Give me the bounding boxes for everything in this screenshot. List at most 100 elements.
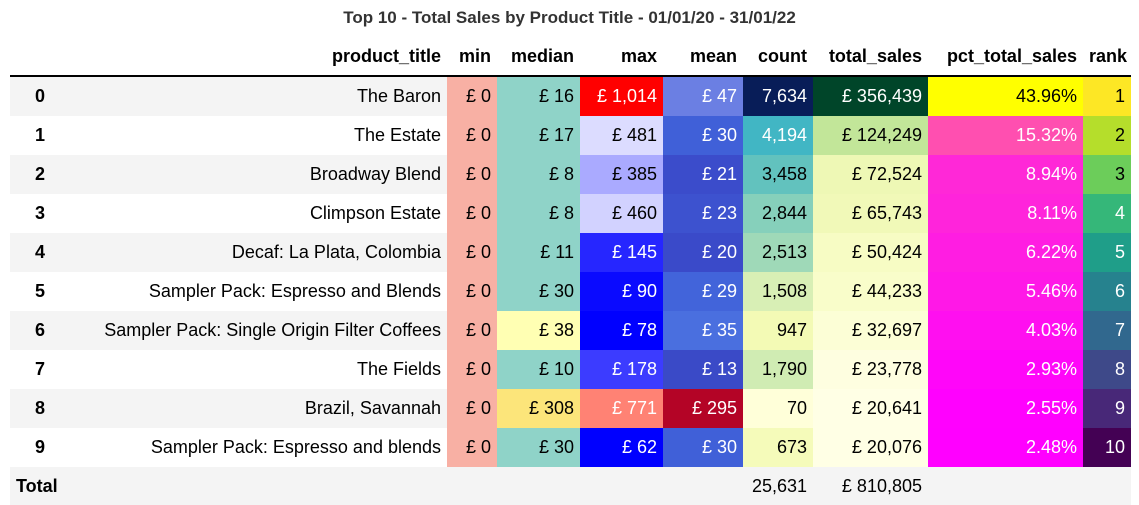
cell-min: £ 0 (447, 76, 497, 116)
cell-count: 3,458 (743, 155, 813, 194)
cell-rank: 7 (1083, 311, 1131, 350)
cell-total-sales: £ 23,778 (813, 350, 928, 389)
cell-count: 70 (743, 389, 813, 428)
cell-product-title: Sampler Pack: Espresso and Blends (70, 272, 447, 311)
cell-product-title: Sampler Pack: Single Origin Filter Coffe… (70, 311, 447, 350)
cell-product-title: Brazil, Savannah (70, 389, 447, 428)
table-row: 7 The Fields £ 0 £ 10 £ 178 £ 13 1,790 £ 23,778… (10, 350, 1131, 389)
column-header-total-sales: total_sales (813, 38, 928, 77)
total-count: 25,631 (743, 467, 813, 505)
cell-median: £ 17 (497, 116, 580, 155)
cell-total-sales: £ 44,233 (813, 272, 928, 311)
cell-total-sales: £ 20,076 (813, 428, 928, 467)
column-header-min: min (447, 38, 497, 77)
cell-count: 1,790 (743, 350, 813, 389)
cell-total-sales: £ 72,524 (813, 155, 928, 194)
cell-product-title: Climpson Estate (70, 194, 447, 233)
cell-median: £ 10 (497, 350, 580, 389)
column-header-count: count (743, 38, 813, 77)
cell-total-sales: £ 65,743 (813, 194, 928, 233)
total-empty-cell (663, 467, 743, 505)
table-row: 8 Brazil, Savannah £ 0 £ 308 £ 771 £ 295 70 £ 2… (10, 389, 1131, 428)
cell-rank: 10 (1083, 428, 1131, 467)
row-index: 0 (10, 76, 70, 116)
index-header (10, 38, 70, 77)
table-body: 0 The Baron £ 0 £ 16 £ 1,014 £ 47 7,634 £ 356,4… (10, 76, 1131, 467)
cell-pct-total-sales: 15.32% (928, 116, 1083, 155)
cell-count: 673 (743, 428, 813, 467)
column-header-product-title: product_title (70, 38, 447, 77)
cell-pct-total-sales: 8.94% (928, 155, 1083, 194)
cell-max: £ 178 (580, 350, 663, 389)
cell-mean: £ 29 (663, 272, 743, 311)
column-header-rank: rank (1083, 38, 1131, 77)
cell-pct-total-sales: 4.03% (928, 311, 1083, 350)
column-header-pct-total-sales: pct_total_sales (928, 38, 1083, 77)
column-header-mean: mean (663, 38, 743, 77)
cell-min: £ 0 (447, 155, 497, 194)
table-row: 9 Sampler Pack: Espresso and blends £ 0 £ 3… (10, 428, 1131, 467)
cell-max: £ 460 (580, 194, 663, 233)
cell-median: £ 8 (497, 155, 580, 194)
cell-median: £ 38 (497, 311, 580, 350)
cell-max: £ 78 (580, 311, 663, 350)
cell-median: £ 308 (497, 389, 580, 428)
row-index: 6 (10, 311, 70, 350)
cell-min: £ 0 (447, 233, 497, 272)
cell-pct-total-sales: 6.22% (928, 233, 1083, 272)
cell-product-title: The Estate (70, 116, 447, 155)
table-row: 3 Climpson Estate £ 0 £ 8 £ 460 £ 23 2,844 £ 65… (10, 194, 1131, 233)
table-row: 4 Decaf: La Plata, Colombia £ 0 £ 11 £ 145 £ … (10, 233, 1131, 272)
cell-median: £ 30 (497, 428, 580, 467)
cell-pct-total-sales: 2.93% (928, 350, 1083, 389)
cell-mean: £ 30 (663, 116, 743, 155)
table-row: 6 Sampler Pack: Single Origin Filter Coff… (10, 311, 1131, 350)
cell-max: £ 145 (580, 233, 663, 272)
cell-max: £ 385 (580, 155, 663, 194)
total-label: Total (10, 467, 70, 505)
cell-median: £ 16 (497, 76, 580, 116)
cell-pct-total-sales: 2.48% (928, 428, 1083, 467)
cell-total-sales: £ 124,249 (813, 116, 928, 155)
cell-product-title: The Baron (70, 76, 447, 116)
cell-rank: 1 (1083, 76, 1131, 116)
table-row: 0 The Baron £ 0 £ 16 £ 1,014 £ 47 7,634 £ 356,4… (10, 76, 1131, 116)
header-row: product_title min median max mean count total_… (10, 38, 1131, 77)
row-index: 5 (10, 272, 70, 311)
sales-table: product_title min median max mean count total_… (10, 38, 1131, 505)
cell-median: £ 11 (497, 233, 580, 272)
total-empty-cell (928, 467, 1083, 505)
cell-pct-total-sales: 2.55% (928, 389, 1083, 428)
cell-mean: £ 20 (663, 233, 743, 272)
chart-page: Top 10 - Total Sales by Product Title - … (0, 0, 1139, 505)
table-row: 5 Sampler Pack: Espresso and Blends £ 0 £ 3… (10, 272, 1131, 311)
cell-min: £ 0 (447, 272, 497, 311)
cell-min: £ 0 (447, 194, 497, 233)
cell-product-title: The Fields (70, 350, 447, 389)
cell-product-title: Decaf: La Plata, Colombia (70, 233, 447, 272)
cell-pct-total-sales: 8.11% (928, 194, 1083, 233)
total-empty-cell (1083, 467, 1131, 505)
cell-rank: 4 (1083, 194, 1131, 233)
cell-product-title: Sampler Pack: Espresso and blends (70, 428, 447, 467)
cell-mean: £ 295 (663, 389, 743, 428)
cell-max: £ 62 (580, 428, 663, 467)
cell-rank: 8 (1083, 350, 1131, 389)
cell-median: £ 30 (497, 272, 580, 311)
cell-count: 947 (743, 311, 813, 350)
cell-total-sales: £ 356,439 (813, 76, 928, 116)
cell-total-sales: £ 20,641 (813, 389, 928, 428)
cell-max: £ 481 (580, 116, 663, 155)
table-footer: Total 25,631 £ 810,805 (10, 467, 1131, 505)
cell-rank: 3 (1083, 155, 1131, 194)
row-index: 9 (10, 428, 70, 467)
total-row: Total 25,631 £ 810,805 (10, 467, 1131, 505)
total-empty-cell (447, 467, 497, 505)
row-index: 3 (10, 194, 70, 233)
chart-title: Top 10 - Total Sales by Product Title - … (343, 8, 796, 27)
total-empty-cell (580, 467, 663, 505)
cell-mean: £ 47 (663, 76, 743, 116)
cell-count: 1,508 (743, 272, 813, 311)
cell-min: £ 0 (447, 350, 497, 389)
column-header-max: max (580, 38, 663, 77)
